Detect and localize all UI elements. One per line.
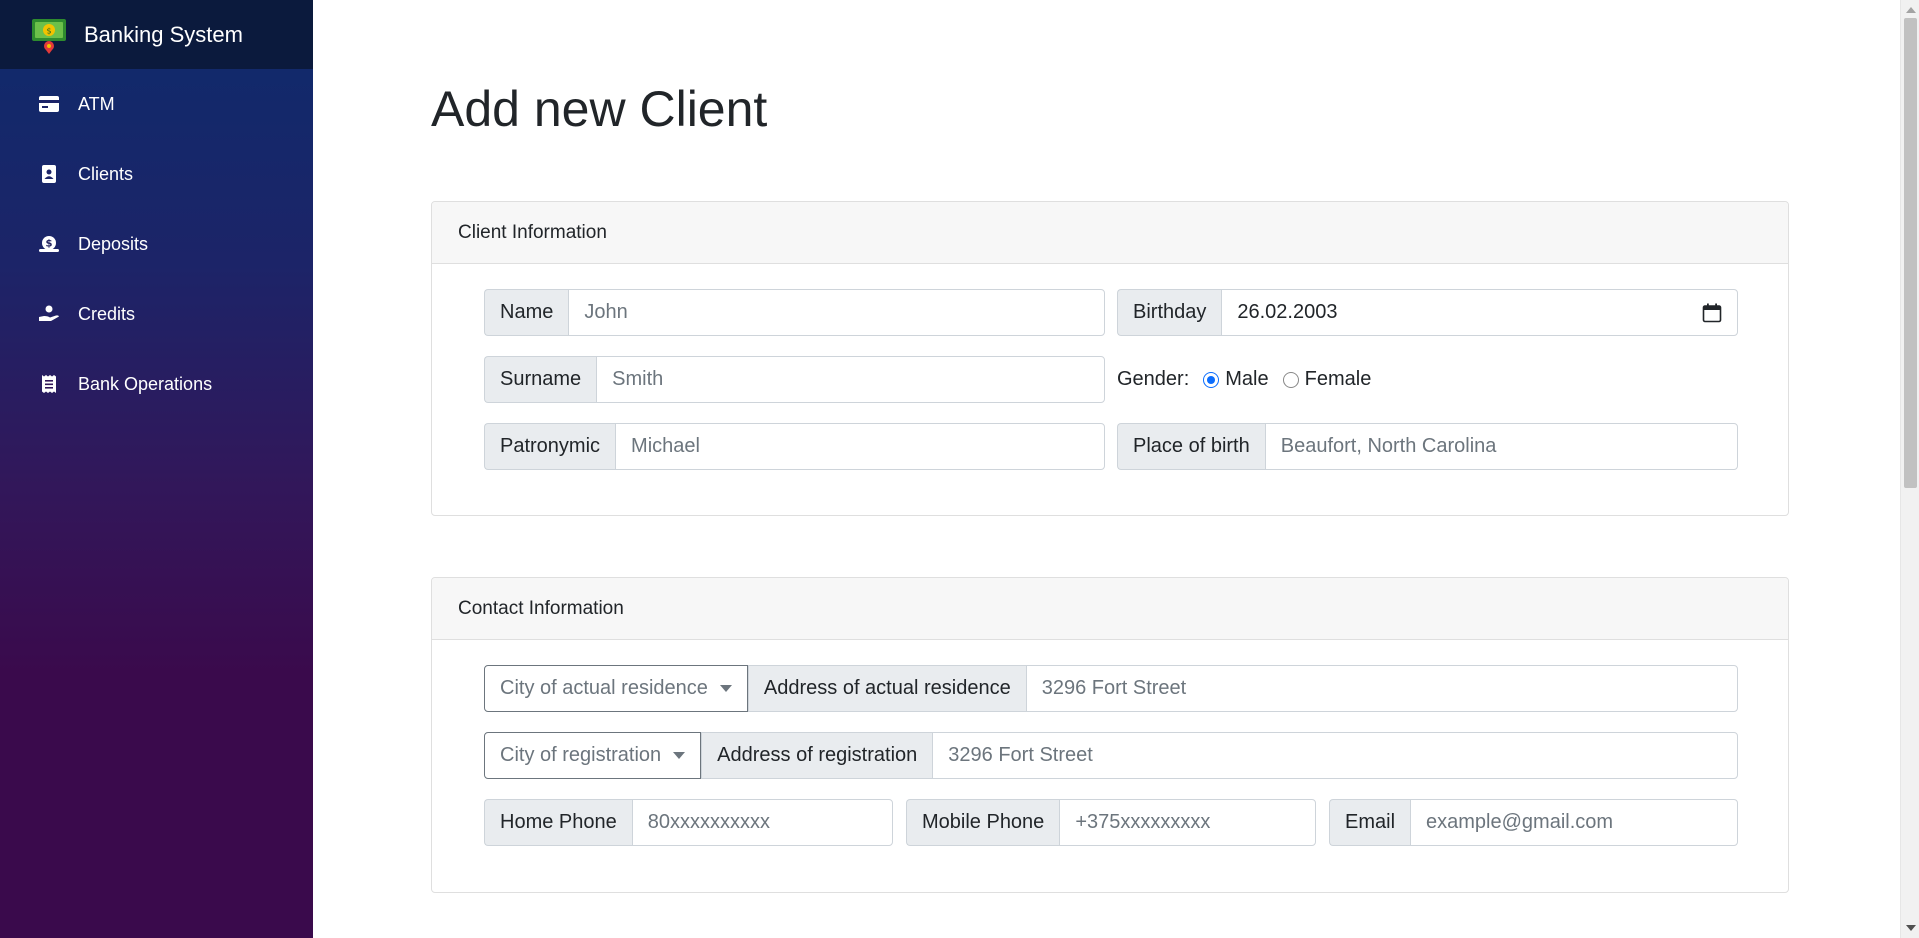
email-label: Email — [1329, 799, 1411, 846]
sidebar-item-label: Clients — [78, 163, 134, 184]
sidebar-nav: ATM Clients $ Deposits Credits Bank Oper… — [0, 69, 313, 419]
birthday-input[interactable]: 26.02.2003 — [1221, 289, 1738, 336]
chevron-down-icon — [719, 685, 732, 692]
home-phone-input[interactable]: 80xxxxxxxxxx — [631, 799, 893, 846]
gender-female-label: Female — [1304, 368, 1372, 390]
name-label: Name — [484, 289, 569, 336]
city-registration-label: City of registration — [500, 744, 662, 766]
contact-information-card: Contact Information City of actual resid… — [431, 577, 1789, 893]
gender-group: Gender: Male Female — [1117, 356, 1371, 403]
patronymic-input[interactable]: Michael — [615, 423, 1105, 470]
email-input[interactable]: example@gmail.com — [1410, 799, 1738, 846]
mobile-phone-input[interactable]: +375xxxxxxxxx — [1059, 799, 1316, 846]
gender-male-radio[interactable] — [1203, 371, 1220, 388]
brand-title: Banking System — [84, 21, 243, 47]
sidebar-item-deposits[interactable]: $ Deposits — [0, 209, 313, 279]
city-actual-residence-dropdown[interactable]: City of actual residence — [484, 665, 748, 712]
place-of-birth-label: Place of birth — [1117, 423, 1265, 470]
page-title: Add new Client — [431, 81, 768, 137]
calendar-icon[interactable] — [1702, 303, 1722, 323]
surname-label: Surname — [484, 356, 597, 403]
gender-female-radio[interactable] — [1282, 371, 1299, 388]
receipt-icon — [38, 373, 60, 395]
patronymic-label: Patronymic — [484, 423, 616, 470]
actual-residence-group: City of actual residence Address of actu… — [484, 665, 1738, 712]
hand-coin-icon — [38, 303, 60, 325]
place-of-birth-input-group: Place of birth Beaufort, North Carolina — [1117, 423, 1738, 470]
client-information-header: Client Information — [432, 202, 1788, 264]
scroll-down-arrow-icon[interactable] — [1906, 925, 1916, 931]
contact-information-header: Contact Information — [432, 578, 1788, 640]
city-registration-dropdown[interactable]: City of registration — [484, 732, 702, 779]
gender-male-option[interactable]: Male — [1203, 368, 1269, 391]
home-phone-label: Home Phone — [484, 799, 632, 846]
gender-female-option[interactable]: Female — [1282, 368, 1372, 391]
sidebar-item-label: ATM — [78, 93, 115, 114]
bank-logo-icon: $ — [32, 18, 66, 54]
vertical-scrollbar[interactable] — [1900, 0, 1919, 938]
contact-card-icon — [38, 163, 60, 185]
sidebar-item-label: Deposits — [78, 233, 149, 254]
gender-male-label: Male — [1225, 368, 1269, 390]
place-of-birth-input[interactable]: Beaufort, North Carolina — [1264, 423, 1738, 470]
client-information-card: Client Information Name John Birthday 26… — [431, 201, 1789, 516]
address-actual-residence-input[interactable]: 3296 Fort Street — [1025, 665, 1738, 712]
address-actual-residence-label: Address of actual residence — [747, 665, 1026, 712]
scroll-up-arrow-icon[interactable] — [1906, 7, 1916, 13]
money-bag-icon: $ — [38, 233, 60, 255]
birthday-value: 26.02.2003 — [1237, 301, 1338, 323]
city-actual-residence-label: City of actual residence — [500, 677, 708, 699]
svg-text:$: $ — [46, 26, 51, 35]
sidebar-item-label: Bank Operations — [78, 373, 213, 394]
sidebar-item-clients[interactable]: Clients — [0, 139, 313, 209]
main-content: Add new Client Client Information Name J… — [313, 0, 1900, 938]
scrollbar-thumb[interactable] — [1904, 18, 1917, 488]
credit-card-icon — [38, 93, 60, 115]
address-registration-label: Address of registration — [701, 732, 933, 779]
brand[interactable]: $ Banking System — [0, 0, 313, 69]
surname-input-group: Surname Smith — [484, 356, 1105, 403]
gender-label: Gender: — [1117, 368, 1190, 390]
sidebar-item-atm[interactable]: ATM — [0, 69, 313, 139]
mobile-phone-label: Mobile Phone — [906, 799, 1060, 846]
birthday-input-group: Birthday 26.02.2003 — [1117, 289, 1738, 336]
sidebar: $ Banking System ATM Clients $ Deposits — [0, 0, 313, 938]
email-group: Email example@gmail.com — [1329, 799, 1738, 846]
sidebar-item-label: Credits — [78, 303, 136, 324]
svg-text:$: $ — [46, 239, 53, 250]
sidebar-item-credits[interactable]: Credits — [0, 279, 313, 349]
home-phone-group: Home Phone 80xxxxxxxxxx — [484, 799, 893, 846]
name-input[interactable]: John — [568, 289, 1105, 336]
name-input-group: Name John — [484, 289, 1105, 336]
surname-input[interactable]: Smith — [596, 356, 1105, 403]
mobile-phone-group: Mobile Phone +375xxxxxxxxx — [906, 799, 1316, 846]
address-registration-input[interactable]: 3296 Fort Street — [932, 732, 1738, 779]
birthday-label: Birthday — [1117, 289, 1222, 336]
sidebar-item-bank-operations[interactable]: Bank Operations — [0, 349, 313, 419]
patronymic-input-group: Patronymic Michael — [484, 423, 1105, 470]
registration-group: City of registration Address of registra… — [484, 732, 1738, 779]
chevron-down-icon — [673, 752, 686, 759]
